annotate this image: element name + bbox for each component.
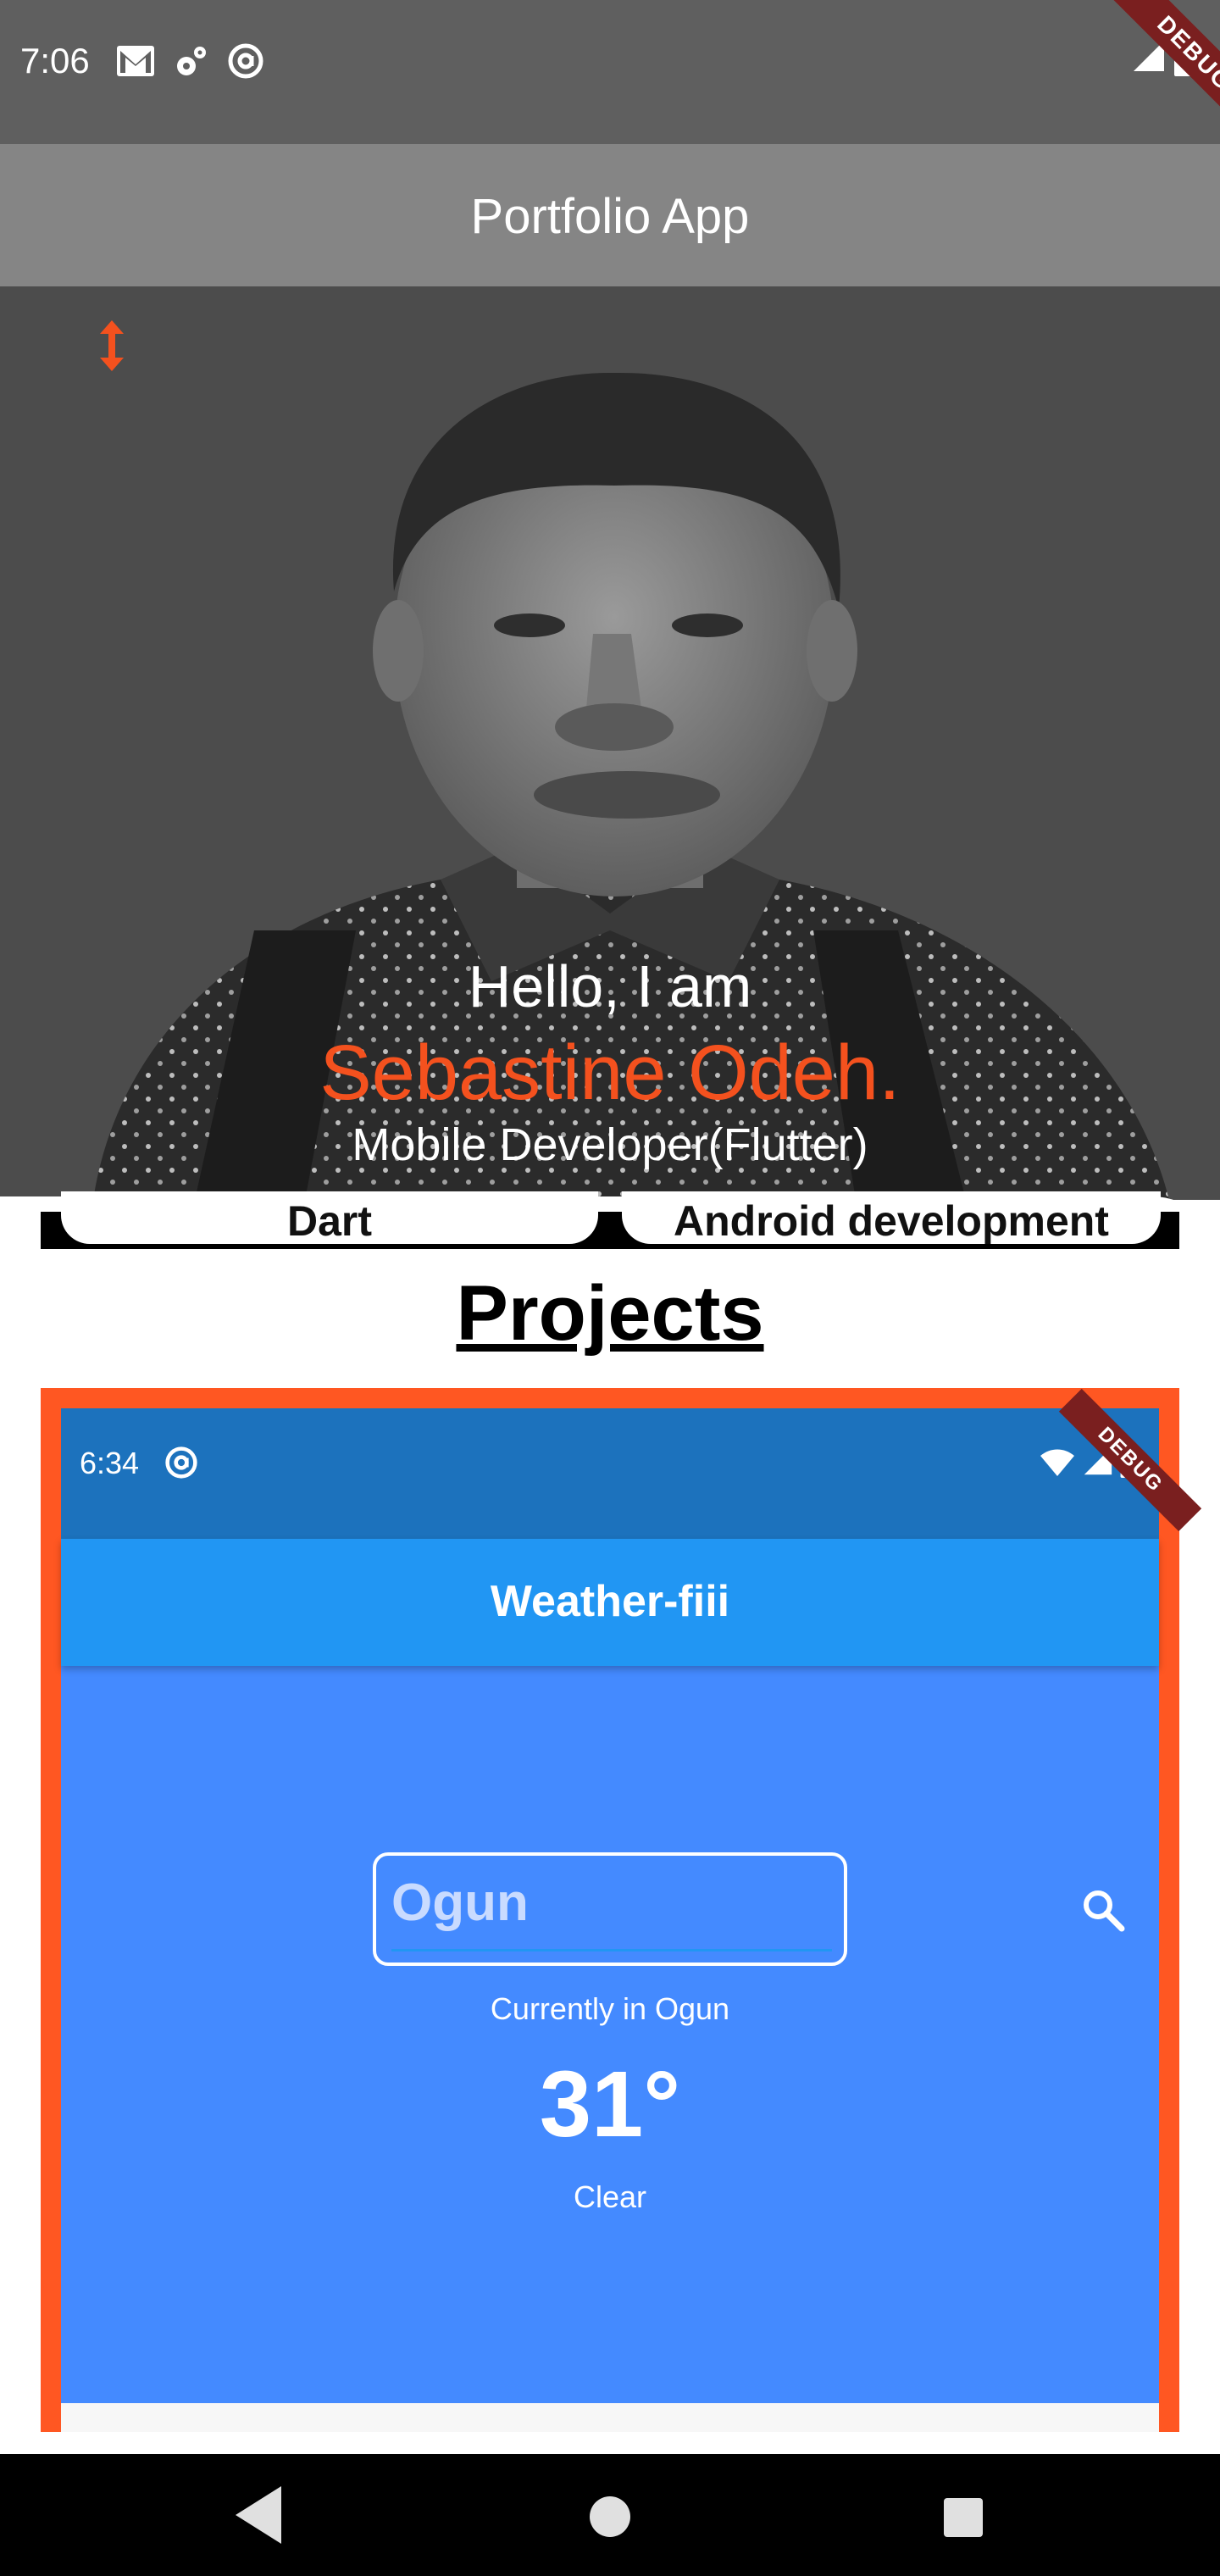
city-input-value: Ogun	[391, 1874, 529, 1932]
home-icon[interactable]	[585, 2491, 635, 2542]
project-status-time: 6:34	[80, 1446, 140, 1480]
at-sign-icon	[164, 1446, 198, 1484]
weather-condition: Clear	[573, 2179, 647, 2214]
hero-name: Sebastine Odeh.	[319, 1030, 901, 1116]
search-icon[interactable]	[1079, 1886, 1127, 1934]
project-app-title: Weather-fiii	[490, 1577, 730, 1626]
skill-chip-dart: Dart	[61, 1191, 598, 1244]
input-underline	[391, 1949, 832, 1951]
vertical-arrows-icon[interactable]	[93, 319, 130, 373]
hero-role: Mobile Developer(Flutter)	[352, 1119, 868, 1170]
status-time: 7:06	[20, 41, 90, 80]
project-status-bar	[61, 1408, 1159, 1539]
app-title: Portfolio App	[470, 189, 750, 244]
back-icon[interactable]	[229, 2481, 288, 2549]
projects-heading: Projects	[456, 1270, 764, 1357]
at-sign-icon	[227, 42, 268, 80]
wifi-icon	[1039, 1447, 1076, 1482]
skill-chip-android: Android development	[622, 1191, 1161, 1244]
current-city-label: Currently in Ogun	[490, 1991, 730, 2026]
gmail-icon	[115, 42, 156, 80]
project-bottom-strip	[61, 2403, 1159, 2432]
settings-icon	[173, 42, 214, 80]
hero-greeting: Hello, I am	[468, 953, 752, 1019]
temperature-value: 31°	[539, 2052, 681, 2157]
recents-icon[interactable]	[942, 2496, 984, 2539]
